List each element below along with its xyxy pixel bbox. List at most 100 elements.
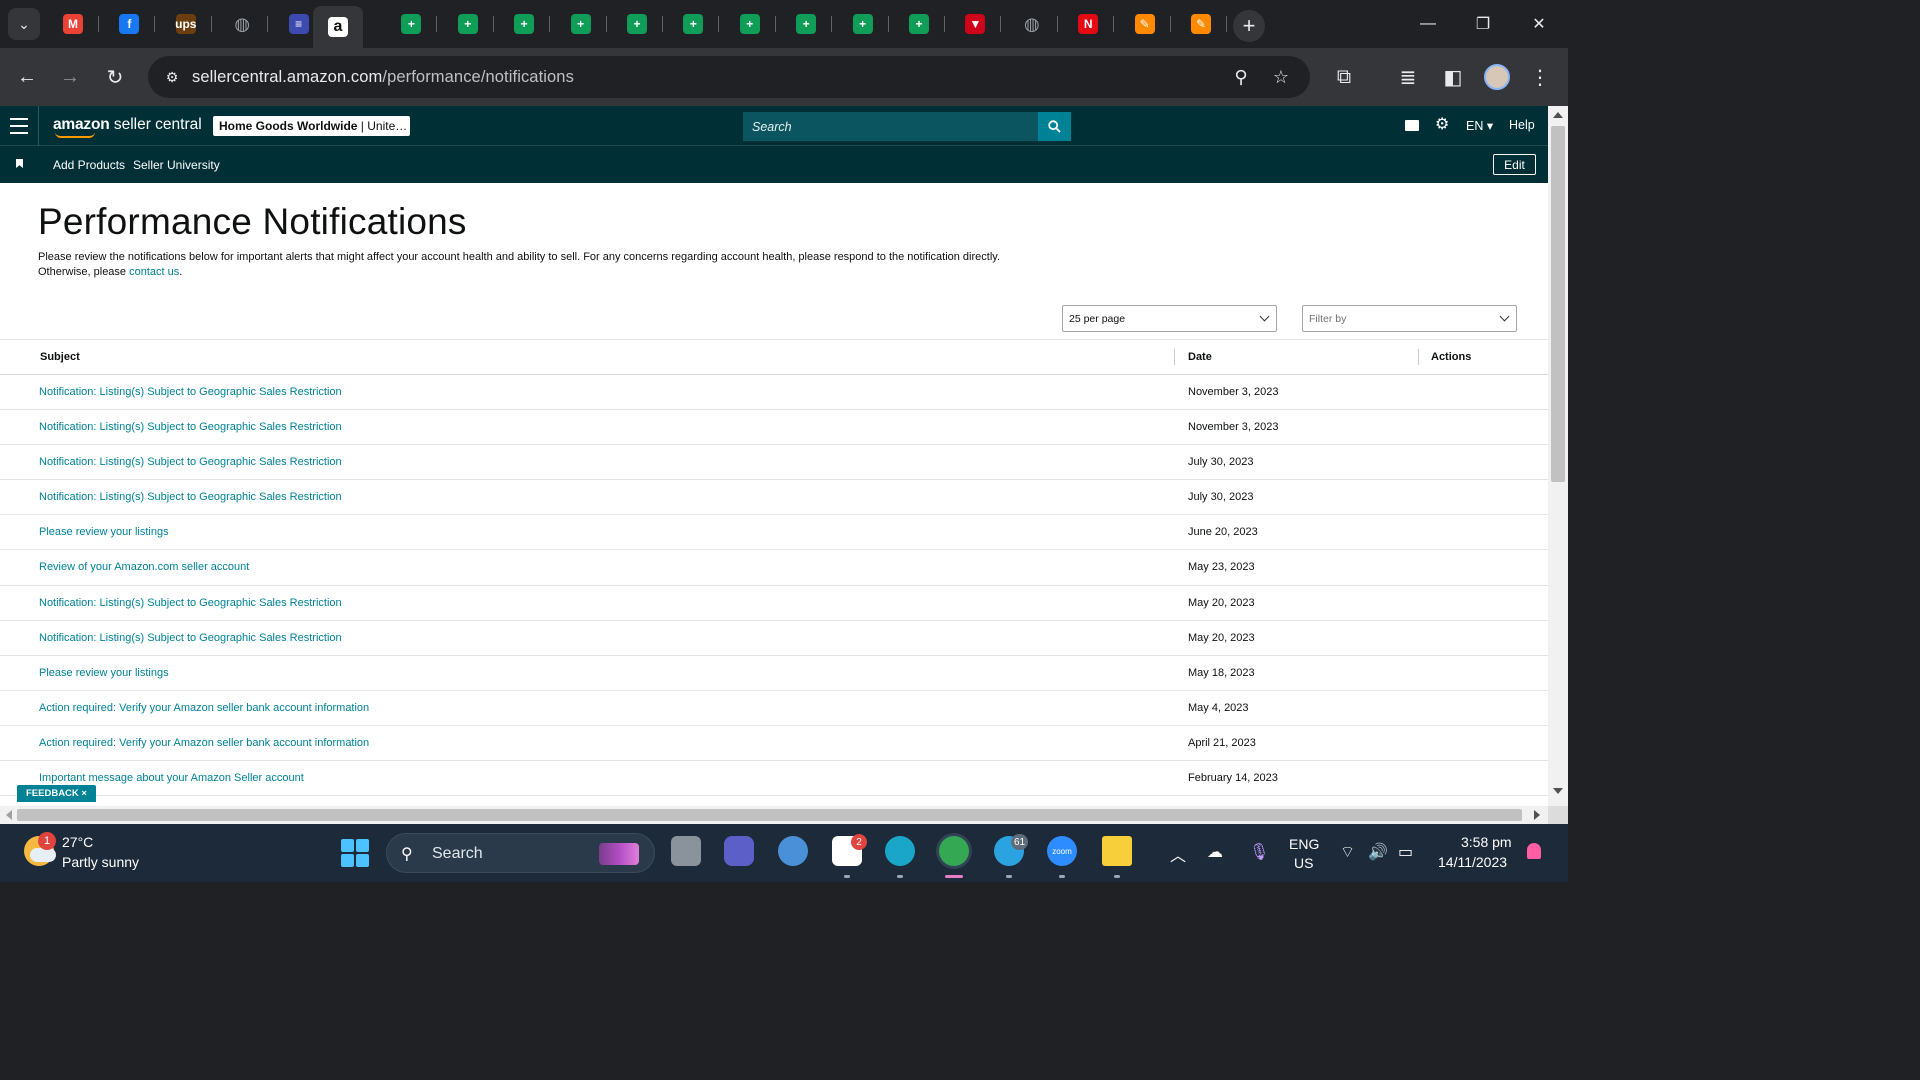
per-page-select[interactable]: 25 per page [1062, 305, 1277, 332]
extensions-icon[interactable]: ⧉ [1329, 62, 1359, 92]
language-indicator[interactable]: ENG [1289, 836, 1319, 852]
address-bar[interactable]: ⚙ sellercentral.amazon.com/performance/n… [148, 56, 1310, 98]
new-tab-button[interactable]: + [1233, 10, 1265, 42]
paint-icon[interactable] [778, 836, 808, 866]
search-input[interactable] [743, 112, 1038, 141]
notification-subject-link[interactable]: Notification: Listing(s) Subject to Geog… [39, 456, 342, 468]
notification-subject-link[interactable]: Notification: Listing(s) Subject to Geog… [39, 491, 342, 503]
show-hidden-icons-chevron-icon[interactable]: ︿ [1170, 842, 1186, 866]
chrome-icon[interactable] [939, 836, 969, 866]
notification-subject-link[interactable]: Notification: Listing(s) Subject to Geog… [39, 421, 342, 433]
tab-app-1[interactable]: ✎ [1117, 6, 1173, 42]
tab-sheets-9[interactable]: + [835, 6, 891, 42]
tab-sheets-1[interactable]: + [383, 6, 439, 42]
forward-button[interactable]: → [55, 62, 85, 92]
scroll-down-arrow-icon[interactable] [1553, 788, 1563, 794]
settings-gear-icon[interactable]: ⚙ [1435, 117, 1451, 133]
weather-temperature[interactable]: 27°C [62, 834, 93, 850]
contact-us-link[interactable]: contact us [129, 266, 179, 278]
edit-button[interactable]: Edit [1493, 154, 1536, 175]
tab-globe-2[interactable]: ◍ [1004, 6, 1060, 42]
menu-kebab-icon[interactable]: ⋮ [1525, 62, 1555, 92]
reading-list-icon[interactable]: ≣ [1393, 62, 1423, 92]
tab-sheets-8[interactable]: + [778, 6, 834, 42]
tab-ups[interactable]: ups [158, 6, 214, 42]
store-selector[interactable]: Home Goods Worldwide | Unite… [213, 116, 410, 136]
tab-separator [549, 16, 551, 32]
restore-button[interactable]: ❐ [1463, 10, 1503, 38]
language-region[interactable]: US [1294, 855, 1313, 871]
notification-bell-icon[interactable] [1527, 843, 1541, 859]
vertical-scrollbar[interactable] [1548, 106, 1568, 806]
tab-sheets-2[interactable]: + [440, 6, 496, 42]
tab-netflix[interactable]: N [1060, 6, 1116, 42]
tab-sheets-7[interactable]: + [722, 6, 778, 42]
notification-subject-link[interactable]: Action required: Verify your Amazon sell… [39, 702, 369, 714]
weather-condition[interactable]: Partly sunny [62, 854, 139, 870]
tab-globe[interactable]: ◍ [214, 6, 270, 42]
scroll-thumb[interactable] [17, 809, 1522, 821]
scroll-thumb[interactable] [1551, 126, 1565, 482]
taskbar-search[interactable]: ⚲ Search [386, 833, 655, 873]
hamburger-menu-icon[interactable] [10, 118, 28, 134]
tab-sheets-4[interactable]: + [553, 6, 609, 42]
column-date[interactable]: Date [1188, 351, 1212, 363]
side-panel-icon[interactable]: ◧ [1438, 62, 1468, 92]
site-info-icon[interactable]: ⚙ [152, 56, 192, 98]
horizontal-scrollbar[interactable] [0, 806, 1548, 824]
tab-red-arrow[interactable]: ▼ [947, 6, 1003, 42]
filter-select[interactable]: Filter by [1302, 305, 1517, 332]
windows-start-icon[interactable] [341, 839, 369, 867]
notification-subject-link[interactable]: Please review your listings [39, 667, 169, 679]
tab-sheets-3[interactable]: + [496, 6, 552, 42]
bookmark-icon[interactable] [16, 159, 23, 168]
notification-subject-link[interactable]: Notification: Listing(s) Subject to Geog… [39, 386, 342, 398]
language-selector[interactable]: EN ▾ [1466, 118, 1493, 133]
tab-sheets-6[interactable]: + [665, 6, 721, 42]
microphone-icon[interactable]: 🎙 [1249, 842, 1269, 862]
notification-subject-link[interactable]: Action required: Verify your Amazon sell… [39, 737, 369, 749]
notification-subject-link[interactable]: Please review your listings [39, 526, 169, 538]
volume-icon[interactable]: 🔊 [1368, 842, 1388, 862]
tab-gmail[interactable]: M [45, 6, 101, 42]
tab-facebook[interactable]: f [101, 6, 157, 42]
profile-avatar[interactable] [1484, 64, 1510, 90]
teams-icon[interactable] [724, 836, 754, 866]
tab-app-2[interactable]: ✎ [1173, 6, 1229, 42]
edge-icon[interactable] [885, 836, 915, 866]
tab-sheets-5[interactable]: + [609, 6, 665, 42]
seller-university-link[interactable]: Seller University [133, 158, 220, 172]
notification-subject-link[interactable]: Important message about your Amazon Sell… [39, 772, 304, 784]
reload-button[interactable]: ↻ [100, 62, 130, 92]
scroll-up-arrow-icon[interactable] [1553, 112, 1563, 118]
search-button[interactable] [1038, 112, 1071, 141]
seller-central-logo[interactable]: amazon seller central [53, 116, 202, 138]
sticky-notes-icon[interactable] [1102, 836, 1132, 866]
battery-icon[interactable]: ▭ [1398, 842, 1413, 862]
scroll-left-arrow-icon[interactable] [6, 810, 12, 820]
feedback-button[interactable]: FEEDBACK × [17, 785, 96, 802]
notification-subject-link[interactable]: Notification: Listing(s) Subject to Geog… [39, 597, 342, 609]
scroll-right-arrow-icon[interactable] [1534, 810, 1540, 820]
notification-subject-link[interactable]: Review of your Amazon.com seller account [39, 561, 249, 573]
close-window-button[interactable]: ✕ [1519, 10, 1559, 38]
help-link[interactable]: Help [1509, 118, 1535, 132]
add-products-link[interactable]: Add Products [53, 158, 125, 172]
url-text[interactable]: sellercentral.amazon.com/performance/not… [192, 68, 574, 87]
tab-sheets-10[interactable]: + [891, 6, 947, 42]
wifi-icon[interactable]: ⌔ [1340, 842, 1355, 862]
tab-search-button[interactable]: ⌄ [8, 8, 40, 40]
zoom-icon[interactable]: ⚲ [1226, 62, 1256, 92]
bookmark-star-icon[interactable]: ☆ [1266, 62, 1296, 92]
back-button[interactable]: ← [12, 62, 42, 92]
onedrive-cloud-icon[interactable]: ☁ [1207, 842, 1223, 862]
minimize-button[interactable]: — [1408, 10, 1448, 38]
notification-subject-link[interactable]: Notification: Listing(s) Subject to Geog… [39, 632, 342, 644]
column-subject[interactable]: Subject [40, 351, 80, 363]
task-view-icon[interactable] [671, 836, 701, 866]
mail-icon[interactable] [1405, 120, 1419, 131]
zoom-icon[interactable]: zoom [1047, 836, 1077, 866]
clock-date[interactable]: 14/11/2023 [1438, 854, 1507, 870]
tab-amazon[interactable]: a [313, 6, 363, 48]
clock-time[interactable]: 3:58 pm [1461, 834, 1512, 850]
